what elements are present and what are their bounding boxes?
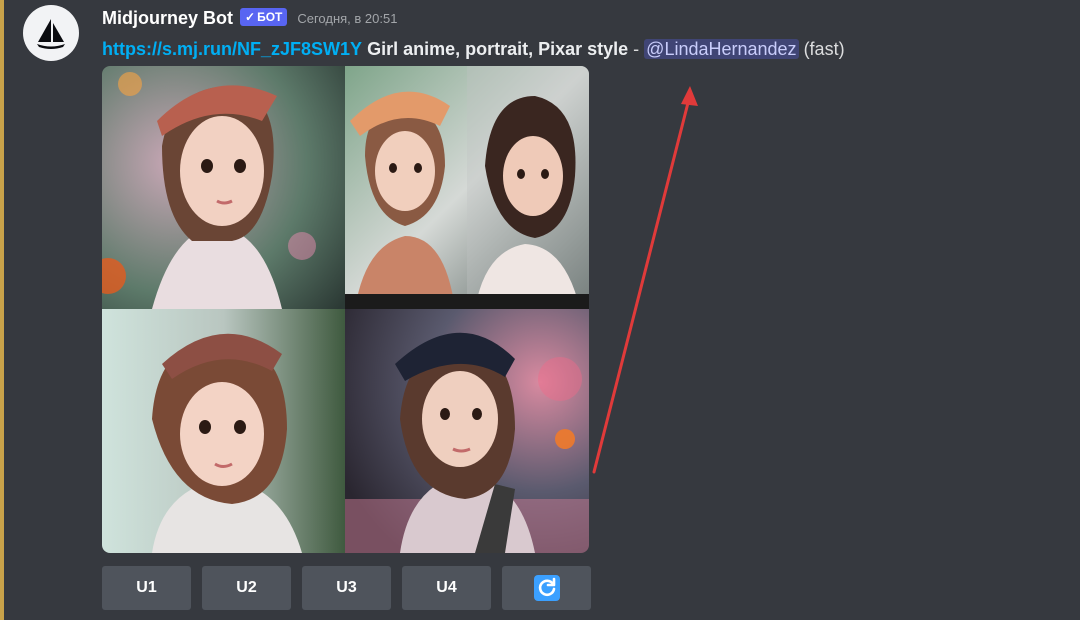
message-header: Midjourney Bot ✓ БОТ Сегодня, в 20:51	[102, 7, 397, 29]
highlight-bar	[0, 0, 4, 620]
speed-label: (fast)	[803, 39, 845, 59]
sailboat-icon	[37, 19, 65, 49]
upscale-1-button[interactable]: U1	[102, 566, 191, 610]
prompt-link[interactable]: https://s.mj.run/NF_zJF8SW1Y	[102, 39, 362, 59]
upscale-4-button[interactable]: U4	[402, 566, 491, 610]
prompt-text: Girl anime, portrait, Pixar style	[367, 39, 629, 59]
user-mention[interactable]: @LindaHernandez	[644, 39, 799, 59]
avatar[interactable]	[23, 5, 79, 61]
image-4[interactable]	[345, 309, 589, 553]
message-content: https://s.mj.run/NF_zJF8SW1Y Girl anime,…	[102, 37, 845, 61]
reroll-button[interactable]	[502, 566, 591, 610]
image-grid[interactable]	[102, 66, 589, 553]
upscale-2-button[interactable]: U2	[202, 566, 291, 610]
image-3[interactable]	[102, 309, 345, 553]
bot-badge: ✓ БОТ	[240, 8, 288, 26]
author-name[interactable]: Midjourney Bot	[102, 8, 233, 29]
image-2[interactable]	[345, 66, 589, 309]
timestamp: Сегодня, в 20:51	[297, 10, 398, 26]
bot-badge-label: БОТ	[257, 10, 283, 24]
refresh-icon	[533, 575, 560, 601]
upscale-3-button[interactable]: U3	[302, 566, 391, 610]
image-1[interactable]	[102, 66, 345, 309]
chat-message: Midjourney Bot ✓ БОТ Сегодня, в 20:51 ht…	[0, 0, 1080, 620]
separator: -	[628, 39, 645, 59]
action-buttons: U1 U2 U3 U4	[102, 566, 591, 610]
checkmark-icon: ✓	[245, 10, 256, 24]
